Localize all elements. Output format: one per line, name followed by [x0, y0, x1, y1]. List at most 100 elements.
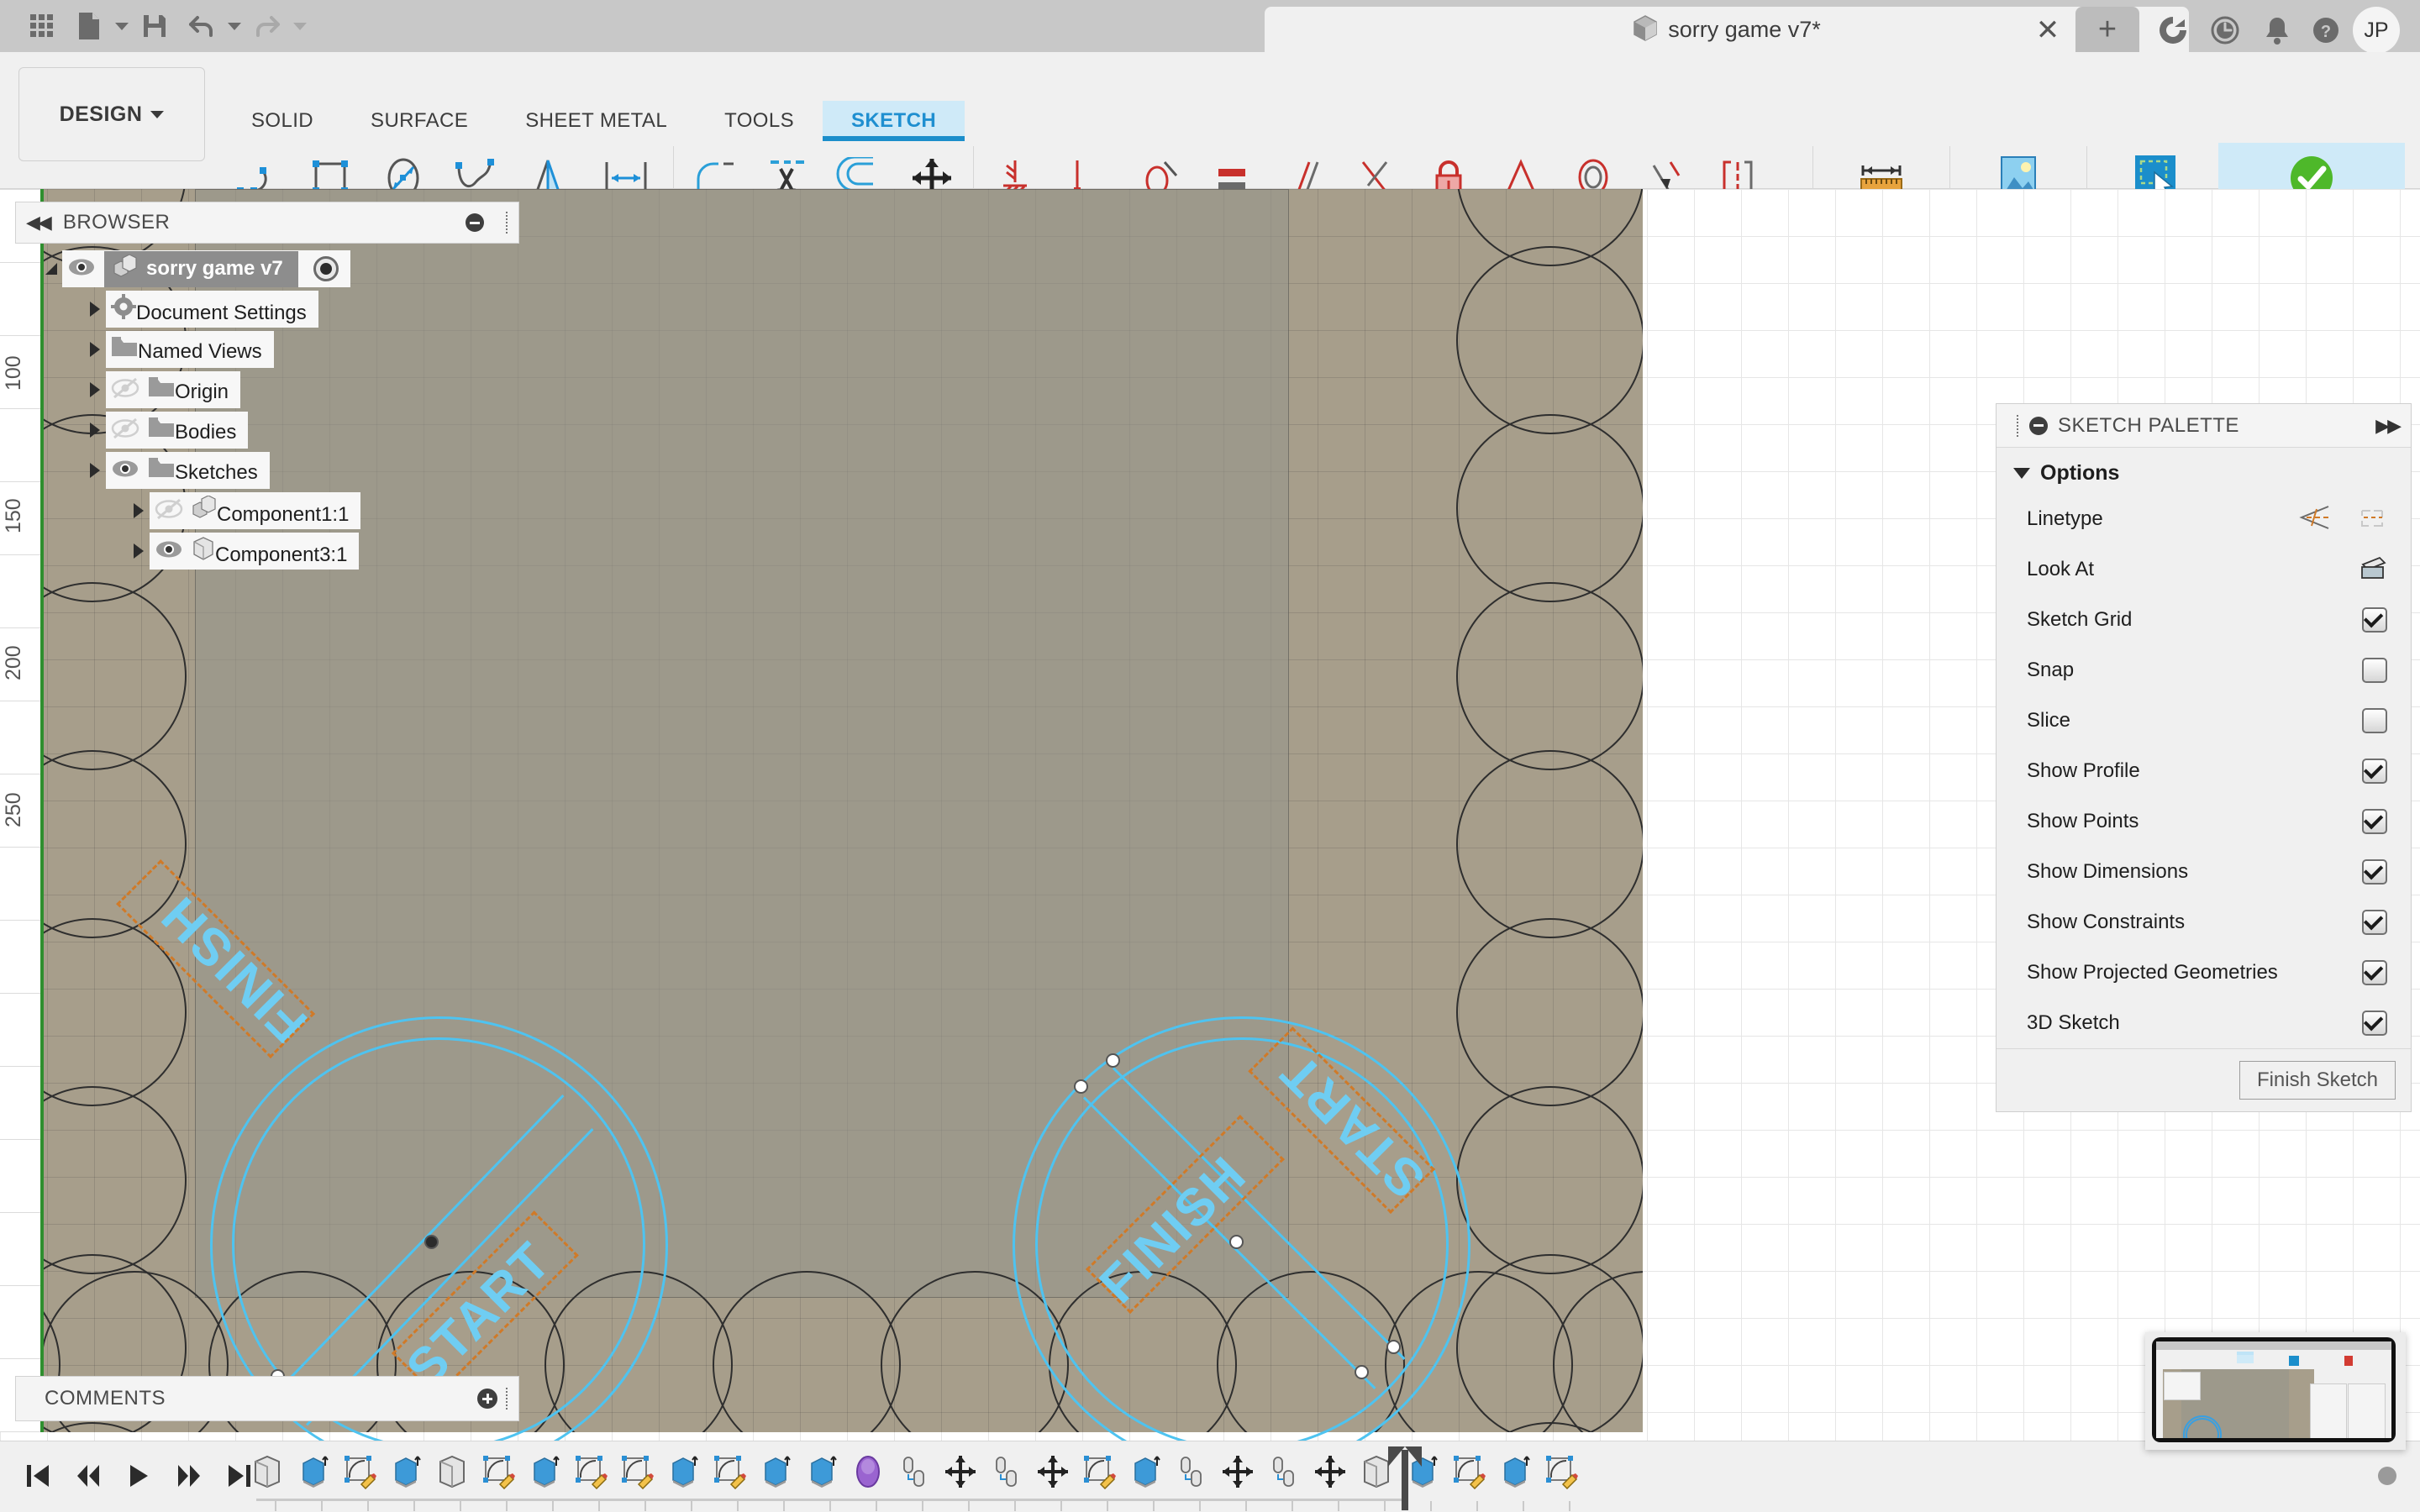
sketch-point-right-d[interactable] [1386, 1340, 1401, 1354]
option-control[interactable] [2359, 555, 2387, 585]
checkbox-unchecked-icon[interactable] [2362, 708, 2387, 733]
checkbox-unchecked-icon[interactable] [2362, 658, 2387, 683]
browser-item-wrapper[interactable]: Named Views [106, 331, 274, 368]
undo-icon[interactable] [178, 7, 225, 45]
timeline-move-feature[interactable] [1029, 1448, 1076, 1495]
browser-item-bodies[interactable]: Bodies [15, 410, 519, 450]
option-control[interactable] [2362, 607, 2387, 633]
construction-line-icon[interactable] [2298, 504, 2332, 535]
go-to-beginning-button[interactable] [17, 1452, 59, 1500]
timeline-sketch-feature[interactable] [336, 1448, 382, 1495]
eye-visible-icon[interactable] [111, 458, 139, 484]
checkbox-checked-icon[interactable] [2362, 1011, 2387, 1036]
expander-expand-icon[interactable] [128, 500, 150, 522]
expander-expand-icon[interactable] [84, 379, 106, 401]
timeline-extrude-feature[interactable] [382, 1448, 429, 1495]
eye-visible-icon[interactable] [155, 538, 183, 564]
timeline-sketch-feature[interactable] [1076, 1448, 1122, 1495]
option-control[interactable] [2362, 859, 2387, 885]
option-row-3d-sketch[interactable]: 3D Sketch [1996, 998, 2411, 1048]
option-control[interactable] [2298, 504, 2387, 535]
add-comment-icon[interactable] [477, 1389, 497, 1409]
expander-expand-icon[interactable] [128, 540, 150, 562]
tab-sheet-metal[interactable]: SHEET METAL [497, 101, 696, 141]
timeline-extrude-feature[interactable] [1122, 1448, 1168, 1495]
checkbox-checked-icon[interactable] [2362, 960, 2387, 985]
timeline-appearance-feature[interactable] [844, 1448, 891, 1495]
tab-sketch[interactable]: SKETCH [823, 101, 965, 141]
tab-surface[interactable]: SURFACE [342, 101, 497, 141]
checkbox-checked-icon[interactable] [2362, 859, 2387, 885]
browser-item-document-settings[interactable]: Document Settings [15, 289, 519, 329]
timeline-extrude-feature[interactable] [521, 1448, 567, 1495]
timeline-move-feature[interactable] [1214, 1448, 1260, 1495]
timeline-move-feature[interactable] [937, 1448, 983, 1495]
play-button[interactable] [118, 1452, 160, 1500]
browser-item-wrapper[interactable]: Component3:1 [150, 533, 360, 570]
option-control[interactable] [2362, 658, 2387, 683]
browser-item-wrapper[interactable]: sorry game v7 [62, 250, 350, 287]
tab-tools[interactable]: TOOLS [696, 101, 823, 141]
sketch-point-right-b[interactable] [1106, 1053, 1120, 1068]
option-control[interactable] [2362, 708, 2387, 733]
activate-component-radio[interactable] [313, 256, 339, 281]
sketch-point-right-a[interactable] [1074, 1079, 1088, 1094]
option-control[interactable] [2362, 960, 2387, 985]
timeline-align-feature[interactable] [891, 1448, 937, 1495]
sketch-point-right-c[interactable] [1355, 1365, 1369, 1379]
browser-item-component1-1[interactable]: Component1:1 [15, 491, 519, 531]
help-icon[interactable]: ? [2304, 8, 2348, 52]
timeline-align-feature[interactable] [1168, 1448, 1214, 1495]
save-icon[interactable] [131, 7, 178, 45]
undo-caret-icon[interactable] [225, 7, 244, 45]
resize-grip[interactable] [506, 1388, 508, 1410]
timeline-track[interactable] [256, 1499, 1570, 1511]
sketch-textbox-finish-left[interactable] [116, 859, 316, 1058]
checkbox-checked-icon[interactable] [2362, 910, 2387, 935]
finish-sketch-button[interactable]: Finish Sketch [2238, 1061, 2396, 1100]
timeline-sketch-feature[interactable] [567, 1448, 613, 1495]
option-row-snap[interactable]: Snap [1996, 645, 2411, 696]
new-file-icon[interactable] [66, 7, 113, 45]
timeline-settings-icon[interactable] [2378, 1467, 2396, 1485]
browser-item-wrapper[interactable]: Sketches [106, 452, 270, 489]
option-row-sketch-grid[interactable]: Sketch Grid [1996, 595, 2411, 645]
option-row-show-constraints[interactable]: Show Constraints [1996, 897, 2411, 948]
timeline-sketch-feature[interactable] [1538, 1448, 1584, 1495]
user-avatar[interactable]: JP [2353, 7, 2400, 54]
browser-item-wrapper[interactable]: Origin [106, 371, 241, 408]
browser-item-wrapper[interactable]: Document Settings [106, 291, 318, 328]
option-row-look-at[interactable]: Look At [1996, 544, 2411, 595]
timeline-sketch-feature[interactable] [1445, 1448, 1491, 1495]
timeline-align-feature[interactable] [983, 1448, 1029, 1495]
eye-visible-icon[interactable] [67, 256, 96, 282]
extensions-icon[interactable] [2151, 8, 2195, 52]
option-row-show-projected-geometries[interactable]: Show Projected Geometries [1996, 948, 2411, 998]
tab-solid[interactable]: SOLID [223, 101, 342, 141]
option-control[interactable] [2362, 759, 2387, 784]
timeline-extrude-feature[interactable] [798, 1448, 844, 1495]
option-row-show-points[interactable]: Show Points [1996, 796, 2411, 847]
screenshot-thumbnail-preview[interactable] [2145, 1332, 2406, 1450]
resize-grip[interactable] [506, 212, 508, 234]
expander-expand-icon[interactable] [84, 459, 106, 481]
options-section-header[interactable]: Options [1996, 448, 2411, 494]
redo-icon[interactable] [244, 7, 291, 45]
option-row-slice[interactable]: Slice [1996, 696, 2411, 746]
timeline-align-feature[interactable] [1260, 1448, 1307, 1495]
browser-item-named-views[interactable]: Named Views [15, 329, 519, 370]
new-file-caret-icon[interactable] [113, 7, 131, 45]
browser-item-wrapper[interactable]: Bodies [106, 412, 249, 449]
close-tab-icon[interactable]: ✕ [2029, 12, 2066, 49]
browser-item-origin[interactable]: Origin [15, 370, 519, 410]
timeline-body-feature[interactable] [429, 1448, 475, 1495]
minimize-icon[interactable] [466, 213, 484, 232]
expander-collapse-icon[interactable] [40, 258, 62, 280]
timeline-extrude-feature[interactable] [660, 1448, 706, 1495]
eye-hidden-icon[interactable] [155, 498, 183, 524]
timeline-sketch-feature[interactable] [706, 1448, 752, 1495]
option-row-show-profile[interactable]: Show Profile [1996, 746, 2411, 796]
option-control[interactable] [2362, 910, 2387, 935]
checkbox-checked-icon[interactable] [2362, 759, 2387, 784]
timeline-extrude-feature[interactable] [290, 1448, 336, 1495]
